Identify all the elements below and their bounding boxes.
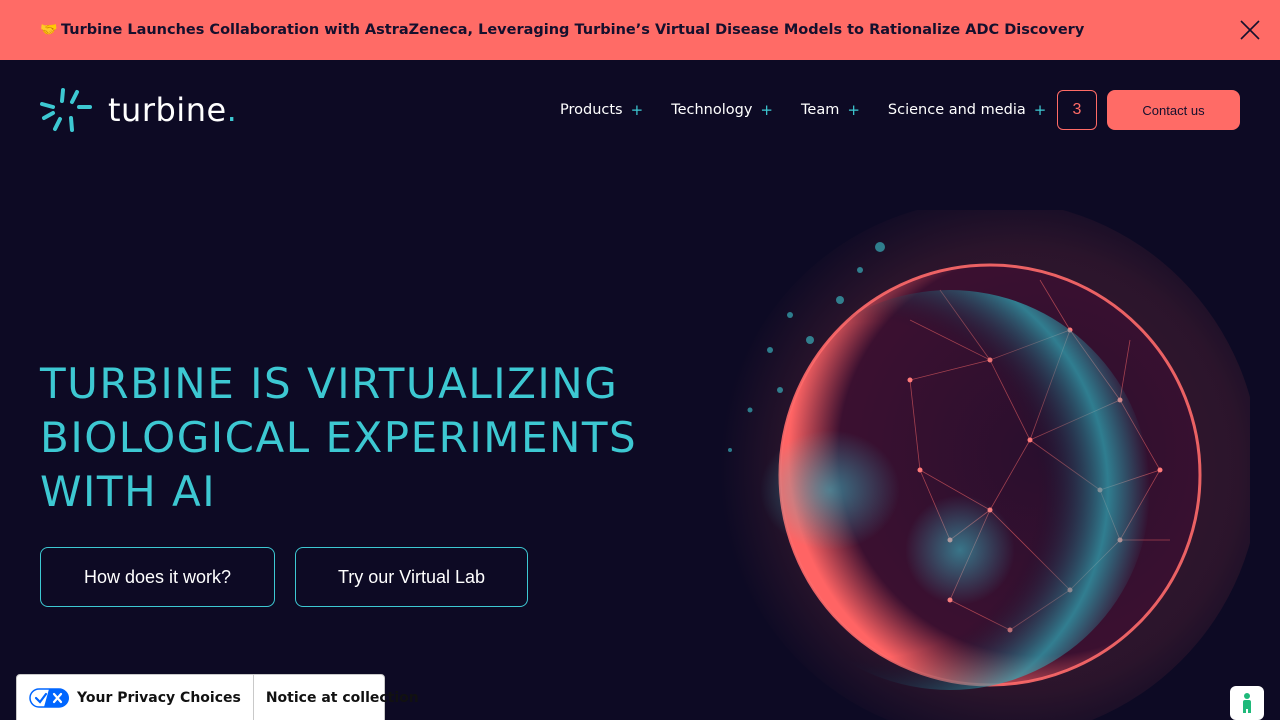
main-nav: Products + Technology + Team + Science a…: [560, 90, 1074, 130]
nav-item-science-and-media[interactable]: Science and media +: [888, 101, 1046, 119]
privacy-widget: Your Privacy Choices Notice at collectio…: [16, 674, 419, 720]
announcement-text[interactable]: 🤝 Turbine Launches Collaboration with Ast…: [40, 22, 1084, 38]
privacy-toggle-icon: [29, 688, 69, 708]
turbine-logo[interactable]: turbine.: [40, 86, 237, 134]
cell-illustration: [720, 210, 1250, 720]
privacy-choices-button[interactable]: Your Privacy Choices: [17, 675, 254, 720]
announcement-message: Turbine Launches Collaboration with Astr…: [61, 22, 1085, 38]
plus-icon: +: [1033, 101, 1047, 119]
notice-at-collection-link[interactable]: Notice at collection: [254, 675, 431, 720]
how-does-it-work-button[interactable]: How does it work?: [40, 547, 275, 607]
close-icon[interactable]: [1240, 20, 1260, 40]
nav-item-technology[interactable]: Technology +: [671, 101, 773, 119]
nav-item-products[interactable]: Products +: [560, 101, 643, 119]
hero-title: TURBINE IS VIRTUALIZING BIOLOGICAL EXPER…: [40, 357, 680, 519]
counter-button[interactable]: 3: [1057, 90, 1097, 130]
hero-title-line: TURBINE IS VIRTUALIZING: [40, 359, 619, 408]
accessibility-button[interactable]: [1230, 686, 1264, 720]
turbine-logo-icon: [40, 88, 92, 132]
logo-wordmark: turbine.: [108, 91, 238, 129]
virtual-lab-button[interactable]: Try our Virtual Lab: [295, 547, 528, 607]
announcement-bar[interactable]: 🤝 Turbine Launches Collaboration with Ast…: [0, 0, 1280, 60]
privacy-choices-label: Your Privacy Choices: [77, 690, 241, 706]
plus-icon: +: [630, 101, 644, 119]
handshake-icon: 🤝: [40, 22, 58, 38]
plus-icon: +: [760, 101, 773, 119]
accessibility-icon: [1243, 693, 1251, 713]
plus-icon: +: [847, 101, 860, 119]
nav-item-team[interactable]: Team +: [801, 101, 860, 119]
hero-title-line: BIOLOGICAL EXPERIMENTS: [40, 413, 638, 462]
hero-title-line: WITH AI: [40, 467, 217, 516]
contact-us-button[interactable]: Contact us: [1107, 90, 1240, 130]
